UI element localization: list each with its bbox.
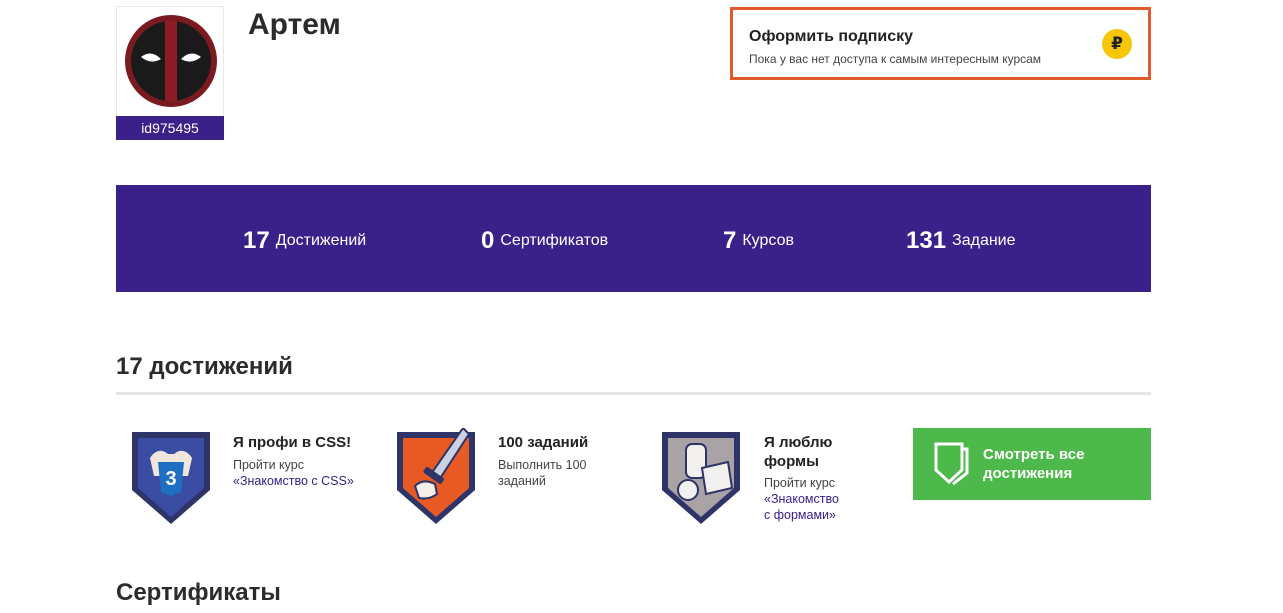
stat-label: Достижений <box>275 232 367 249</box>
achievement-desc: Пройти курс «Знакомство с CSS» <box>233 457 363 489</box>
profile-name: Артем <box>248 8 341 41</box>
stat-label: Курсов <box>742 232 794 249</box>
stat-certificates[interactable]: 0 Сертификатов <box>481 227 608 255</box>
achievement-title: Я люблю формы <box>764 434 833 470</box>
shapes-badge-icon <box>662 432 740 524</box>
section-divider <box>116 392 1151 395</box>
deadpool-avatar-icon <box>125 15 217 107</box>
svg-text:3: 3 <box>165 468 176 490</box>
stat-value: 0 <box>481 227 495 254</box>
course-link-forms[interactable]: «Знакомство с формами» <box>764 492 839 522</box>
stat-tasks[interactable]: 131 Задание <box>906 227 1016 255</box>
stat-value: 7 <box>723 227 737 254</box>
achievement-desc-text: Пройти курс <box>233 458 304 472</box>
subscribe-title: Оформить подписку <box>749 28 914 45</box>
stat-value: 17 <box>243 227 270 254</box>
stat-label: Задание <box>952 232 1016 249</box>
badge-outline-icon <box>934 442 969 485</box>
achievements-heading: 17 достижений <box>116 353 293 380</box>
stat-achievements[interactable]: 17 Достижений <box>243 227 366 255</box>
achievement-desc-text: Пройти курс <box>764 476 835 490</box>
user-id: id975495 <box>116 116 224 140</box>
see-all-achievements-button[interactable]: Смотреть все достижения <box>913 428 1151 500</box>
see-all-label: Смотреть все достижения <box>983 446 1085 482</box>
achievement-desc: Пройти курс «Знакомство с формами» <box>764 475 844 523</box>
sword-badge-icon <box>397 428 475 524</box>
achievement-title: 100 заданий <box>498 434 589 451</box>
avatar[interactable]: id975495 <box>116 6 224 140</box>
achievement-desc: Выполнить 100 заданий <box>498 458 587 488</box>
stat-value: 131 <box>906 227 947 254</box>
css-badge-icon: 3 <box>132 432 210 524</box>
subscribe-subtitle: Пока у вас нет доступа к самым интересны… <box>749 52 1042 66</box>
stat-courses[interactable]: 7 Курсов <box>723 227 794 255</box>
subscribe-card[interactable]: Оформить подписку Пока у вас нет доступа… <box>730 7 1151 80</box>
achievement-title: Я профи в CSS! <box>233 434 352 451</box>
stat-label: Сертификатов <box>500 232 609 249</box>
ruble-coin-icon: ₽ <box>1102 29 1132 59</box>
course-link-css[interactable]: «Знакомство с CSS» <box>233 474 354 488</box>
certificates-heading: Сертификаты <box>116 579 281 606</box>
stats-bar: 17 Достижений 0 Сертификатов 7 Курсов 131 За… <box>116 185 1151 292</box>
